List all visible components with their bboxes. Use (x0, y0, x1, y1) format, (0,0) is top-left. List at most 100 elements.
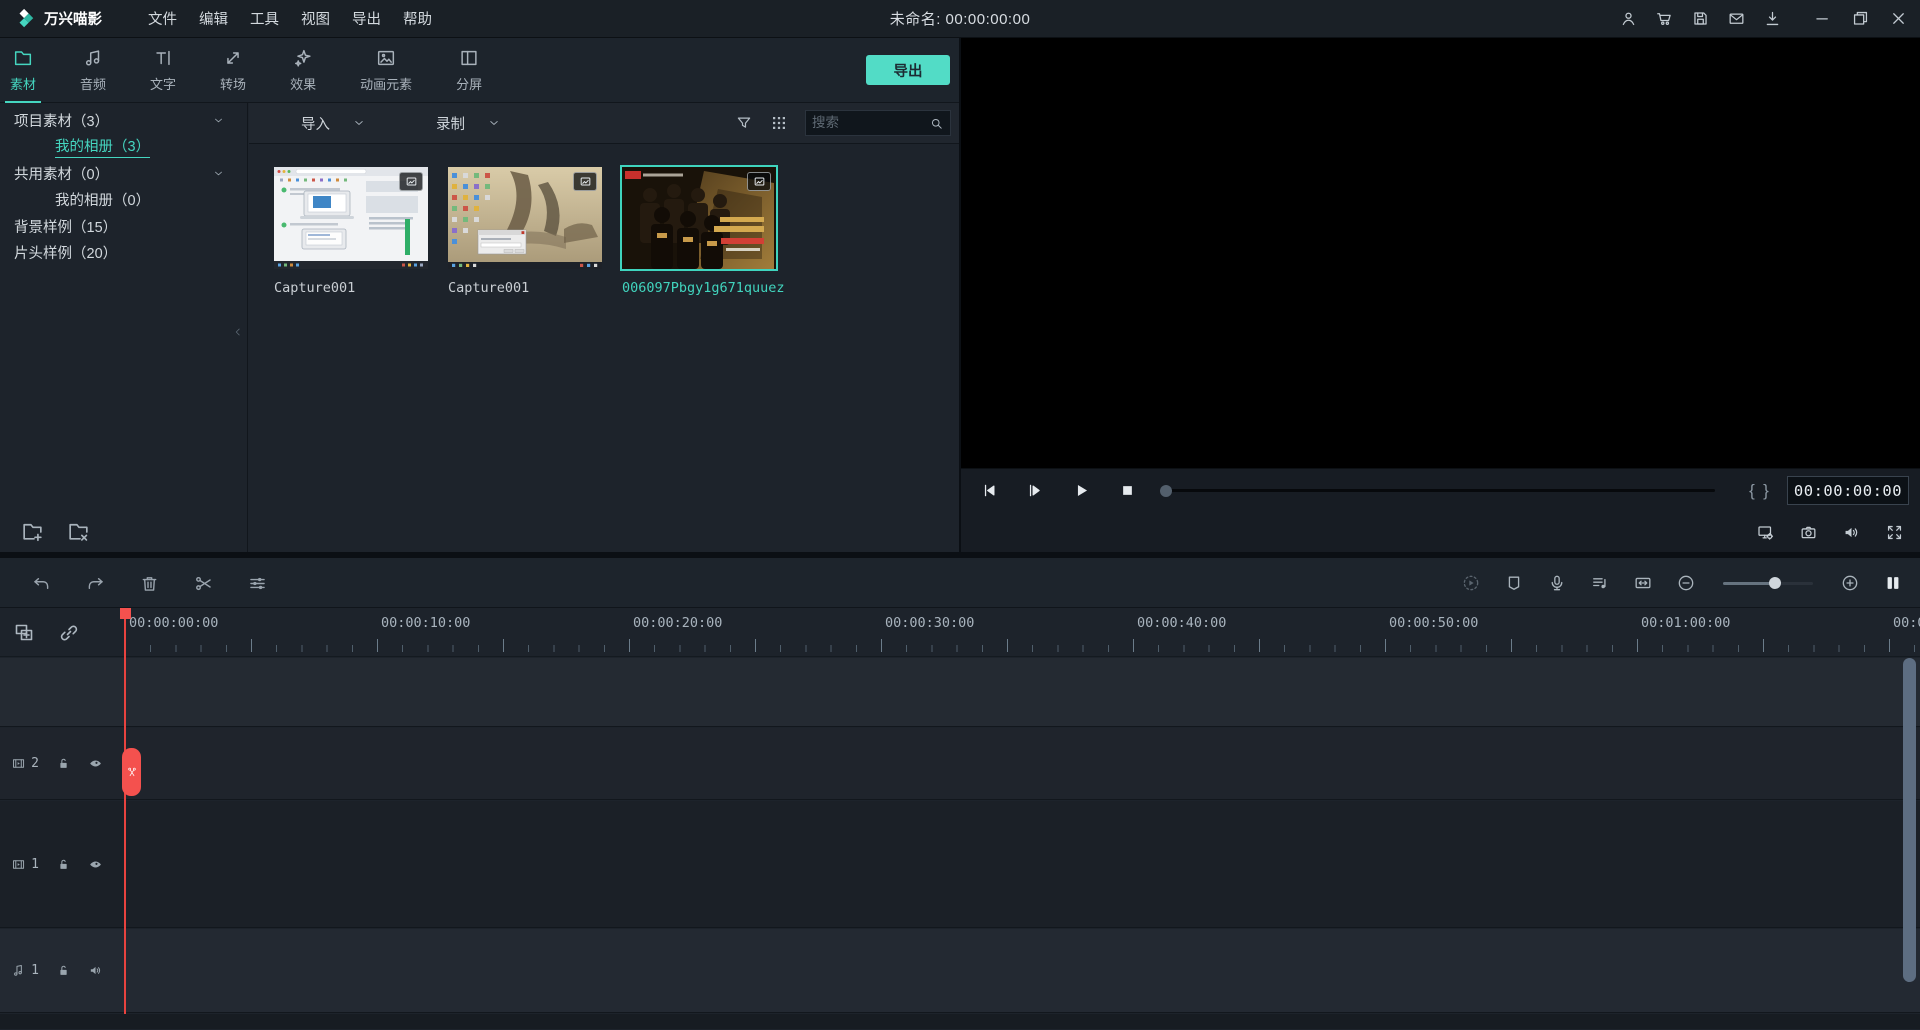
audio-mixer-icon[interactable] (1590, 573, 1610, 593)
eye-visibility-icon[interactable] (88, 855, 103, 874)
close-icon[interactable] (1889, 9, 1908, 28)
tree-item-my-album-project[interactable]: 我的相册（3） (0, 134, 247, 161)
next-frame-button[interactable] (1019, 476, 1049, 506)
delete-album-icon[interactable] (66, 519, 91, 544)
split-screen-icon (458, 47, 480, 69)
tree-item-my-album-shared[interactable]: 我的相册（0） (0, 187, 247, 214)
adjust-properties-icon[interactable] (247, 573, 268, 594)
transport-bar: { } 00:00:00:00 (961, 468, 1920, 512)
media-item-capture001-b[interactable] (448, 167, 602, 269)
feedback-mail-icon[interactable] (1727, 9, 1746, 28)
save-icon[interactable] (1691, 9, 1710, 28)
audio-track-1[interactable]: 1 (0, 929, 1920, 1013)
tab-splitscreen[interactable]: 分屏 (456, 47, 482, 93)
import-chevron-icon[interactable] (352, 116, 366, 130)
restore-window-icon[interactable] (1851, 9, 1870, 28)
record-chevron-icon[interactable] (487, 116, 501, 130)
timeline-ruler[interactable]: 00:00:00:00 00:00:10:00 00:00:20:00 00:0… (0, 608, 1920, 657)
tab-transitions[interactable]: 转场 (220, 47, 246, 93)
menu-view[interactable]: 视图 (301, 8, 330, 29)
media-item-capture001-a[interactable] (274, 167, 428, 269)
playhead-head[interactable] (120, 608, 131, 619)
store-cart-icon[interactable] (1655, 9, 1674, 28)
timeline-body: 00:00:00:00 00:00:10:00 00:00:20:00 00:0… (0, 608, 1920, 1029)
video-track-2[interactable]: 2 (0, 728, 1920, 800)
undo-icon[interactable] (31, 573, 52, 594)
lock-open-icon[interactable] (56, 754, 71, 773)
tree-item-background-samples[interactable]: 背景样例（15） (0, 213, 247, 240)
media-item-poster[interactable] (622, 167, 776, 269)
search-box[interactable] (805, 110, 951, 136)
folder-icon (12, 47, 34, 69)
tab-elements[interactable]: 动画元素 (360, 47, 412, 93)
next-frame-icon (1025, 481, 1044, 500)
seek-slider[interactable] (1160, 489, 1715, 492)
link-clips-icon[interactable] (57, 621, 81, 645)
ruler-label: 00:00:40:00 (1137, 615, 1226, 631)
playhead-split-handle[interactable] (122, 748, 141, 796)
transition-icon (222, 47, 244, 69)
tree-item-project-media[interactable]: 项目素材（3） (0, 107, 247, 134)
tab-audio[interactable]: 音频 (80, 47, 106, 93)
menu-help[interactable]: 帮助 (403, 8, 432, 29)
search-input[interactable] (812, 115, 929, 131)
track-height-icon[interactable] (1883, 573, 1903, 593)
split-scissors-icon[interactable] (193, 573, 214, 594)
chevron-down-icon[interactable] (212, 167, 225, 180)
voiceover-mic-icon[interactable] (1547, 573, 1567, 593)
menu-edit[interactable]: 编辑 (199, 8, 228, 29)
previous-frame-button[interactable] (974, 476, 1004, 506)
seek-handle[interactable] (1160, 485, 1172, 497)
account-icon[interactable] (1619, 9, 1638, 28)
grid-view-icon[interactable] (770, 114, 788, 132)
vertical-scrollbar[interactable] (1903, 658, 1916, 982)
fullscreen-icon[interactable] (1885, 523, 1904, 542)
collapse-panel-icon[interactable] (232, 321, 244, 343)
snapshot-camera-icon[interactable] (1799, 523, 1818, 542)
mute-speaker-icon[interactable] (88, 961, 103, 980)
timeline-zoom-slider[interactable] (1723, 582, 1813, 585)
filter-icon[interactable] (735, 114, 753, 132)
redo-icon[interactable] (85, 573, 106, 594)
mark-in-button[interactable]: { (1745, 481, 1759, 501)
menu-file[interactable]: 文件 (148, 8, 177, 29)
render-preview-icon[interactable] (1461, 573, 1481, 593)
audio-track-icon (11, 961, 26, 980)
download-icon[interactable] (1763, 9, 1782, 28)
menu-tools[interactable]: 工具 (250, 8, 279, 29)
chevron-down-icon[interactable] (212, 114, 225, 127)
stop-button[interactable] (1112, 476, 1142, 506)
minimize-icon[interactable] (1813, 9, 1832, 28)
mark-out-button[interactable]: } (1759, 481, 1773, 501)
lock-open-icon[interactable] (56, 855, 71, 874)
volume-icon[interactable] (1842, 523, 1861, 542)
import-button[interactable]: 导入 (301, 113, 330, 134)
library-tab-bar: 素材 音频 文字 转场 效果 动画元素 分屏 导出 (0, 38, 959, 103)
video-track-1[interactable]: 1 (0, 801, 1920, 928)
tab-media[interactable]: 素材 (10, 47, 36, 93)
marker-icon[interactable] (1504, 573, 1524, 593)
tab-effects[interactable]: 效果 (290, 47, 316, 93)
tab-text[interactable]: 文字 (150, 47, 176, 93)
zoom-slider-handle[interactable] (1769, 577, 1781, 589)
menu-export[interactable]: 导出 (352, 8, 381, 29)
export-button[interactable]: 导出 (866, 55, 950, 85)
search-icon[interactable] (929, 116, 944, 131)
tree-item-shared-media[interactable]: 共用素材（0） (0, 160, 247, 187)
record-button[interactable]: 录制 (436, 113, 465, 134)
ruler-label: 00:01:00:00 (1641, 615, 1730, 631)
delete-icon[interactable] (139, 573, 160, 594)
add-track-icon[interactable] (12, 621, 36, 645)
eye-visibility-icon[interactable] (88, 754, 103, 773)
add-album-icon[interactable] (20, 519, 45, 544)
display-settings-icon[interactable] (1756, 523, 1775, 542)
fit-timeline-icon[interactable] (1633, 573, 1653, 593)
play-button[interactable] (1066, 476, 1096, 506)
ruler-major-ticks (125, 639, 1920, 652)
zoom-in-icon[interactable] (1840, 573, 1860, 593)
lock-open-icon[interactable] (56, 961, 71, 980)
tree-item-intro-samples[interactable]: 片头样例（20） (0, 240, 247, 267)
zoom-out-icon[interactable] (1676, 573, 1696, 593)
image-type-badge (399, 172, 423, 191)
timeline-spacer-band (0, 658, 1920, 727)
